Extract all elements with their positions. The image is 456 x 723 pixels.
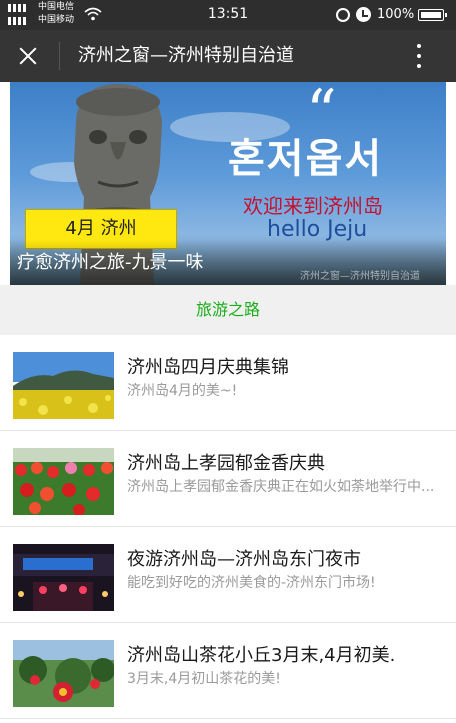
article-thumbnail — [13, 640, 114, 707]
article-title: 济州岛四月庆典集锦 — [127, 357, 289, 378]
close-icon[interactable] — [10, 38, 46, 74]
article-title: 济州岛山茶花小丘3月末,4月初美. — [127, 645, 396, 666]
article-item[interactable]: 济州岛四月庆典集锦 济州岛4月的美~! — [0, 335, 456, 431]
more-options-icon[interactable] — [404, 38, 434, 74]
article-item[interactable]: 济州岛山茶花小丘3月末,4月初美. 3月末,4月初山茶花的美! — [0, 623, 456, 719]
battery-icon — [418, 9, 447, 21]
alarm-icon — [356, 7, 371, 22]
title-divider — [59, 42, 60, 70]
banner-watermark: 济州之窗—济州特别自治道 — [300, 271, 420, 282]
title-bar: 济州之窗—济州特别自治道 — [0, 30, 456, 82]
article-description: 济州岛上孝园郁金香庆典正在如火如荼地举行中... — [127, 479, 435, 495]
article-title: 济州岛上孝园郁金香庆典 — [127, 453, 325, 474]
article-thumbnail — [13, 544, 114, 611]
article-thumbnail — [13, 448, 114, 515]
article-description: 3月末,4月初山茶花的美! — [127, 671, 281, 687]
article-description: 能吃到好吃的济州美食的-济州东门市场! — [127, 575, 376, 591]
rotation-lock-icon — [336, 8, 350, 22]
battery-percent: 100% — [377, 7, 415, 22]
article-title: 夜游济州岛—济州岛东门夜市 — [127, 549, 361, 570]
article-description: 济州岛4月的美~! — [127, 383, 238, 399]
page-title: 济州之窗—济州特别自治道 — [78, 45, 294, 66]
banner-korean-text: 혼저옵서 — [228, 136, 384, 182]
article-item[interactable]: 夜游济州岛—济州岛东门夜市 能吃到好吃的济州美食的-济州东门市场! — [0, 527, 456, 623]
banner-welcome-text: 欢迎来到济州岛 — [243, 194, 383, 218]
banner-caption: 疗愈济州之旅-九景一味 — [17, 252, 204, 273]
banner-hello-text: hello Jeju — [267, 217, 368, 242]
banner-carousel[interactable]: “ 혼저옵서 欢迎来到济州岛 hello Jeju 4月 济州 疗愈济州之旅-九… — [10, 82, 446, 285]
article-thumbnail — [13, 352, 114, 419]
section-title: 旅游之路 — [0, 285, 456, 335]
article-item[interactable]: 济州岛上孝园郁金香庆典 济州岛上孝园郁金香庆典正在如火如荼地举行中... — [0, 431, 456, 527]
status-bar: 中国电信 中国移动 13:51 100% — [0, 0, 456, 30]
